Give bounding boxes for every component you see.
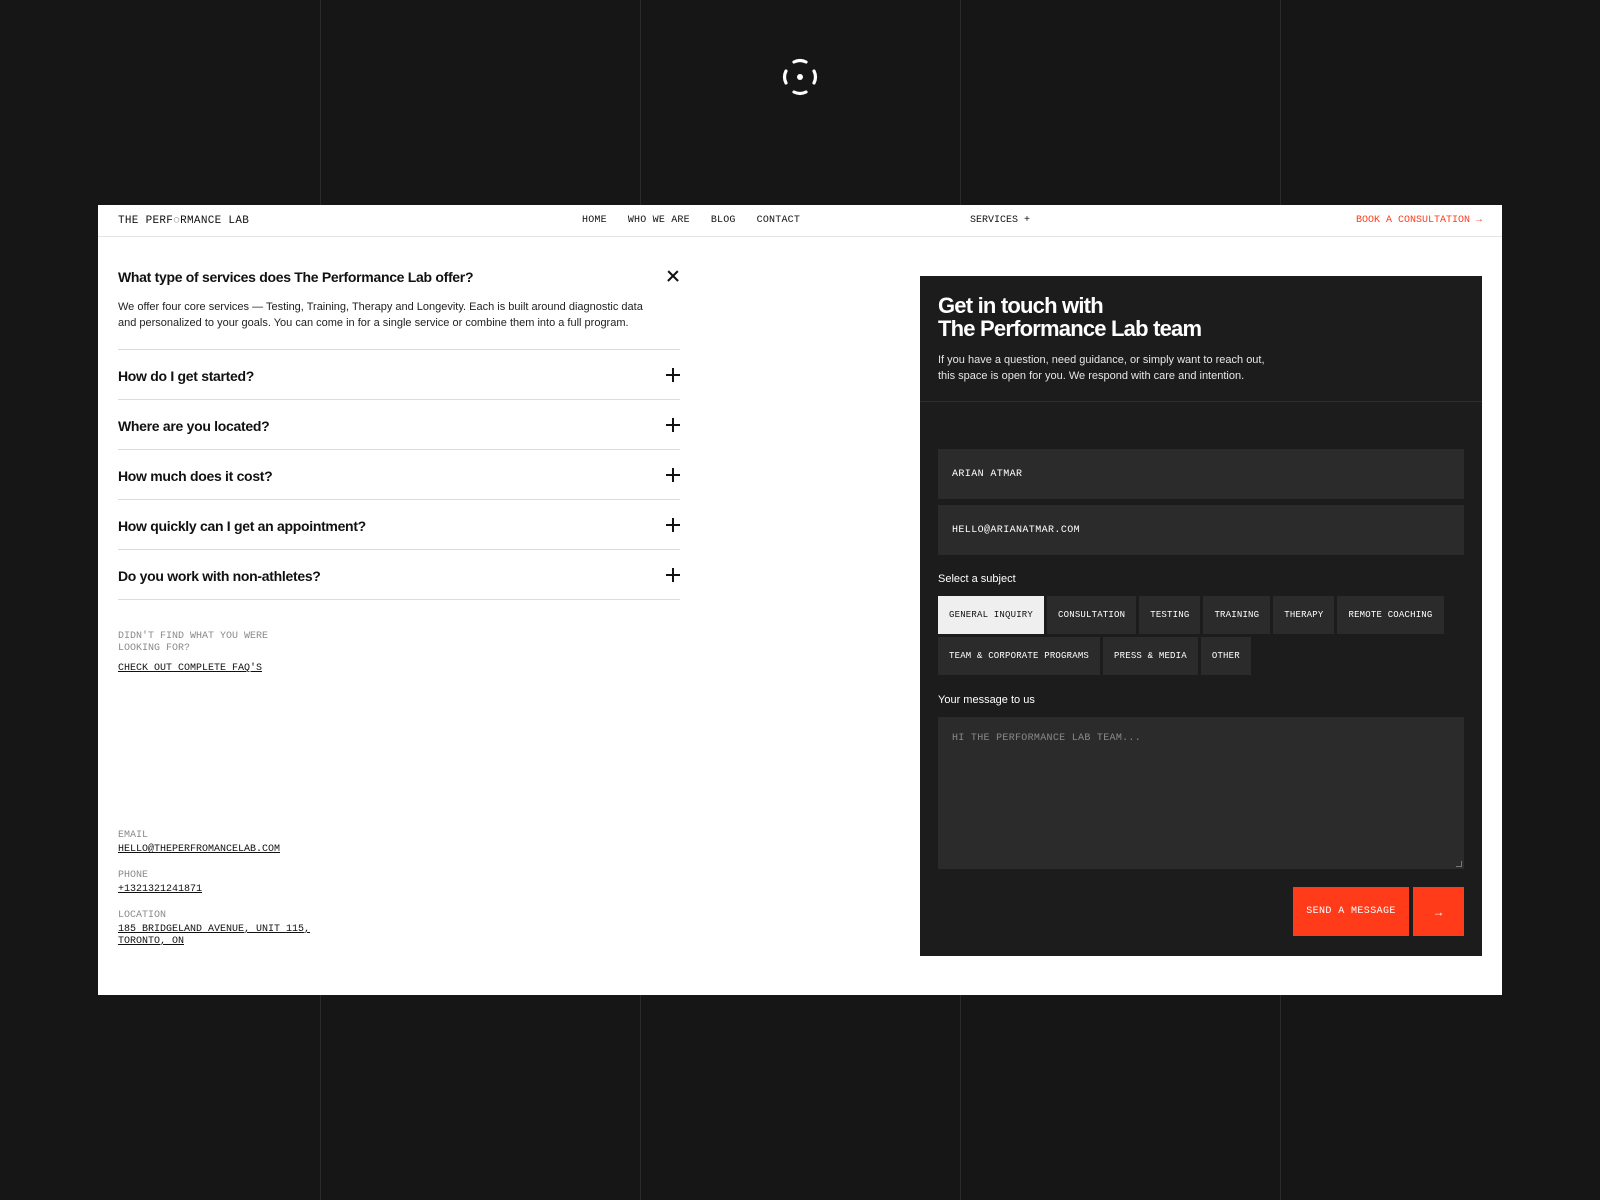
subject-chips: GENERAL INQUIRY CONSULTATION TESTING TRA…: [938, 596, 1464, 675]
brand-logo[interactable]: THE PERF◌RMANCE LAB: [118, 215, 249, 227]
subject-chip-consultation[interactable]: CONSULTATION: [1047, 596, 1137, 634]
subject-chip-other[interactable]: OTHER: [1200, 637, 1251, 675]
faq-question-text: Do you work with non-athletes?: [118, 568, 321, 584]
nav-link-contact[interactable]: CONTACT: [757, 215, 800, 226]
arrow-right-icon[interactable]: →: [1413, 887, 1464, 936]
nav-links: HOME WHO WE ARE BLOG CONTACT: [582, 215, 800, 226]
plus-icon[interactable]: [666, 518, 680, 532]
subject-chip-therapy[interactable]: THERAPY: [1273, 596, 1335, 634]
contact-info: EMAIL HELLO@THEPERFROMANCELAB.COM PHONE …: [118, 830, 328, 962]
plus-icon[interactable]: [666, 418, 680, 432]
contact-phone: PHONE +1321321241871: [118, 870, 328, 896]
services-dropdown[interactable]: SERVICES +: [970, 215, 1030, 226]
faq-question-text: How do I get started?: [118, 368, 255, 384]
contact-location-label: LOCATION: [118, 910, 167, 921]
faq-question-text: How quickly can I get an appointment?: [118, 518, 366, 534]
faq-item[interactable]: How much does it cost?: [118, 450, 680, 500]
contact-phone-link[interactable]: +1321321241871: [118, 884, 328, 896]
faq-question-text: Where are you located?: [118, 418, 270, 434]
send-message-button[interactable]: SEND A MESSAGE: [1293, 887, 1409, 936]
close-icon[interactable]: [666, 269, 680, 283]
contact-location-link[interactable]: 185 BRIDGELAND AVENUE, UNIT 115, TORONTO…: [118, 924, 328, 948]
faq-item[interactable]: How do I get started?: [118, 350, 680, 400]
subject-chip-remote-coaching[interactable]: REMOTE COACHING: [1337, 596, 1444, 634]
email-field[interactable]: HELLO@ARIANATMAR.COM: [938, 505, 1464, 555]
message-label: Your message to us: [938, 694, 1035, 706]
faq-answer: We offer four core services — Testing, T…: [118, 301, 643, 329]
name-field[interactable]: ARIAN ATMAR: [938, 449, 1464, 499]
faq-question-text: How much does it cost?: [118, 468, 273, 484]
subject-chip-team-corporate[interactable]: TEAM & CORPORATE PROGRAMS: [938, 637, 1101, 675]
nav-link-home[interactable]: HOME: [582, 215, 607, 226]
subject-chip-training[interactable]: TRAINING: [1203, 596, 1271, 634]
contact-email-link[interactable]: HELLO@THEPERFROMANCELAB.COM: [118, 844, 328, 856]
subject-chip-testing[interactable]: TESTING: [1139, 596, 1201, 634]
subject-label: Select a subject: [938, 573, 1016, 585]
faq-question[interactable]: What type of services does The Performan…: [118, 267, 680, 285]
faq-question-text: What type of services does The Performan…: [118, 269, 474, 285]
contact-location: LOCATION 185 BRIDGELAND AVENUE, UNIT 115…: [118, 910, 328, 948]
message-textarea[interactable]: HI THE PERFORMANCE LAB TEAM...: [938, 717, 1464, 869]
top-navigation: THE PERF◌RMANCE LAB HOME WHO WE ARE BLOG…: [98, 205, 1502, 237]
faq-item[interactable]: Do you work with non-athletes?: [118, 550, 680, 600]
plus-icon[interactable]: [666, 568, 680, 582]
subject-chip-press-media[interactable]: PRESS & MEDIA: [1103, 637, 1198, 675]
performance-lab-logo-icon: [782, 58, 818, 96]
form-subtitle: If you have a question, need guidance, o…: [938, 354, 1265, 382]
form-title: Get in touch with The Performance Lab te…: [938, 294, 1464, 340]
resize-handle-icon[interactable]: [1456, 861, 1462, 867]
nav-link-blog[interactable]: BLOG: [711, 215, 736, 226]
plus-icon[interactable]: [666, 368, 680, 382]
form-title-line1: Get in touch with: [938, 293, 1104, 318]
faq-accordion: What type of services does The Performan…: [118, 267, 680, 600]
contact-form-card: Get in touch with The Performance Lab te…: [920, 276, 1482, 956]
form-title-line2: The Performance Lab team: [938, 316, 1202, 341]
page-frame: THE PERF◌RMANCE LAB HOME WHO WE ARE BLOG…: [98, 205, 1502, 995]
faq-item[interactable]: Where are you located?: [118, 400, 680, 450]
subject-chip-general-inquiry[interactable]: GENERAL INQUIRY: [938, 596, 1045, 634]
nav-link-who-we-are[interactable]: WHO WE ARE: [628, 215, 690, 226]
plus-icon[interactable]: [666, 468, 680, 482]
book-consultation-link[interactable]: BOOK A CONSULTATION →: [1356, 215, 1482, 226]
contact-phone-label: PHONE: [118, 870, 149, 881]
message-placeholder: HI THE PERFORMANCE LAB TEAM...: [952, 733, 1142, 744]
faq-item-open[interactable]: What type of services does The Performan…: [118, 267, 680, 350]
faq-item[interactable]: How quickly can I get an appointment?: [118, 500, 680, 550]
contact-email-label: EMAIL: [118, 830, 149, 841]
form-header: Get in touch with The Performance Lab te…: [920, 276, 1482, 402]
complete-faq-link[interactable]: CHECK OUT COMPLETE FAQ'S: [118, 663, 262, 674]
contact-email: EMAIL HELLO@THEPERFROMANCELAB.COM: [118, 830, 328, 856]
faq-more: DIDN'T FIND WHAT YOU WERE LOOKING FOR? C…: [118, 631, 288, 675]
faq-more-label: DIDN'T FIND WHAT YOU WERE LOOKING FOR?: [118, 631, 269, 654]
